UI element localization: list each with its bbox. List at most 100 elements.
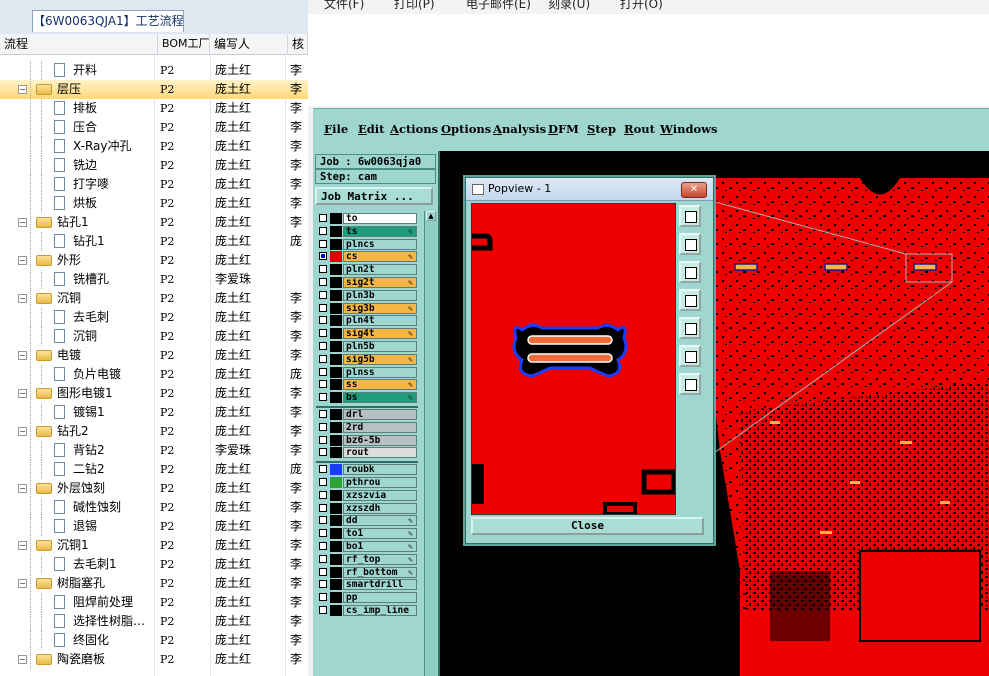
- layer-row[interactable]: drl: [316, 409, 418, 421]
- layer-checkbox[interactable]: [319, 354, 327, 363]
- layer-name[interactable]: ss ✎: [343, 379, 417, 391]
- collapse-toggle-icon[interactable]: −: [18, 294, 27, 303]
- layer-checkbox[interactable]: [319, 593, 327, 602]
- layer-name[interactable]: drl: [343, 409, 417, 420]
- pan-right-icon[interactable]: [679, 317, 701, 339]
- layer-name[interactable]: bo1 ✎: [343, 541, 417, 552]
- tree-row[interactable]: 压合 P2 庞土红 李: [0, 118, 308, 137]
- layer-name[interactable]: ts ✎: [343, 225, 417, 237]
- tree-row[interactable]: 打字嘜 P2 庞土红 李: [0, 175, 308, 194]
- tree-row[interactable]: − 图形电镀1 P2 庞土红 李: [0, 383, 308, 404]
- layer-checkbox[interactable]: [319, 380, 327, 389]
- layer-checkbox[interactable]: [319, 367, 327, 376]
- layer-name[interactable]: bs ✎: [343, 392, 417, 404]
- layer-name[interactable]: rf_bottom ✎: [343, 566, 417, 578]
- layer-checkbox[interactable]: [319, 542, 327, 550]
- layer-checkbox[interactable]: [319, 422, 327, 431]
- layer-checkbox[interactable]: [319, 329, 327, 338]
- layer-checkbox[interactable]: [319, 410, 327, 418]
- layer-color-swatch[interactable]: [330, 489, 342, 501]
- close-icon[interactable]: ✕: [681, 182, 707, 198]
- top-menu-item[interactable]: 文件(F): [324, 0, 364, 12]
- layer-checkbox[interactable]: [319, 490, 327, 499]
- layer-name[interactable]: sig2t ✎: [343, 277, 417, 288]
- layer-name[interactable]: rf_top ✎: [343, 553, 417, 565]
- layer-checkbox[interactable]: [319, 435, 327, 444]
- layer-name[interactable]: pln3b: [343, 289, 417, 301]
- collapse-toggle-icon[interactable]: −: [18, 389, 27, 398]
- layer-row[interactable]: roubk: [316, 464, 418, 476]
- tree-row[interactable]: − 外形 P2 庞土红: [0, 250, 308, 271]
- layer-row[interactable]: ts ✎: [316, 225, 418, 238]
- layer-color-swatch[interactable]: [330, 579, 342, 591]
- layer-color-swatch[interactable]: [330, 553, 342, 565]
- layer-row[interactable]: plnss: [316, 366, 418, 379]
- menu-step[interactable]: Step: [587, 122, 616, 136]
- collapse-toggle-icon[interactable]: −: [18, 484, 27, 493]
- top-menu-item[interactable]: 刻录(U): [548, 0, 590, 12]
- layer-checkbox[interactable]: [319, 503, 327, 512]
- layer-row[interactable]: sig4t ✎: [316, 328, 418, 340]
- zoom-out-icon[interactable]: [679, 373, 701, 395]
- layer-row[interactable]: to1 ✎: [316, 528, 418, 540]
- tree-row[interactable]: − 树脂塞孔 P2 庞土红 李: [0, 573, 308, 594]
- zoom-in-icon[interactable]: [679, 345, 701, 367]
- layer-name[interactable]: sig4t ✎: [343, 328, 417, 340]
- layer-color-swatch[interactable]: [330, 277, 342, 288]
- layer-color-swatch[interactable]: [330, 421, 342, 433]
- layer-name[interactable]: dd ✎: [343, 515, 417, 527]
- tree-row[interactable]: 去毛刺1 P2 庞土红 李: [0, 555, 308, 574]
- layer-color-swatch[interactable]: [330, 289, 342, 301]
- tree-row[interactable]: − 沉铜 P2 庞土红 李: [0, 288, 308, 309]
- layer-color-swatch[interactable]: [330, 302, 342, 314]
- tree-row[interactable]: 去毛刺 P2 庞土红 李: [0, 308, 308, 327]
- menu-windows[interactable]: Windows: [660, 122, 718, 136]
- tree-row[interactable]: 沉铜 P2 庞土红 李: [0, 327, 308, 346]
- menu-options[interactable]: Options: [441, 122, 491, 136]
- layer-name[interactable]: pthrou: [343, 477, 417, 488]
- layer-color-swatch[interactable]: [330, 464, 342, 476]
- layer-color-swatch[interactable]: [330, 264, 342, 276]
- layer-checkbox[interactable]: [319, 265, 327, 274]
- menu-dfm[interactable]: DFM: [548, 122, 579, 136]
- popview-close-button[interactable]: Close: [471, 517, 704, 535]
- layer-color-swatch[interactable]: [330, 605, 342, 616]
- pan-left-icon[interactable]: [679, 289, 701, 311]
- tree-row[interactable]: 铣边 P2 庞土红 李: [0, 156, 308, 175]
- layer-row[interactable]: sig2t ✎: [316, 277, 418, 289]
- popview-titlebar[interactable]: Popview - 1 ✕: [466, 178, 713, 201]
- layer-checkbox[interactable]: [319, 554, 327, 563]
- layer-row[interactable]: pln5b: [316, 341, 418, 353]
- layer-color-swatch[interactable]: [330, 225, 342, 237]
- layer-row[interactable]: rout: [316, 447, 418, 459]
- layer-color-swatch[interactable]: [330, 366, 342, 378]
- layer-row[interactable]: sig3b ✎: [316, 302, 418, 315]
- layer-checkbox[interactable]: [319, 580, 327, 589]
- tree-row[interactable]: − 沉铜1 P2 庞土红 李: [0, 535, 308, 556]
- collapse-toggle-icon[interactable]: −: [18, 351, 27, 360]
- layer-checkbox[interactable]: [319, 529, 327, 538]
- layer-row[interactable]: rf_top ✎: [316, 553, 418, 566]
- menu-edit[interactable]: Edit: [358, 122, 385, 136]
- layer-color-swatch[interactable]: [330, 592, 342, 604]
- layer-checkbox[interactable]: [319, 567, 327, 576]
- tree-row[interactable]: 终固化 P2 庞土红 李: [0, 631, 308, 650]
- tree-row[interactable]: 钻孔1 P2 庞土红 庞: [0, 232, 308, 251]
- layer-checkbox[interactable]: [319, 278, 327, 286]
- column-header-author[interactable]: 编写人: [210, 34, 288, 54]
- layer-checkbox[interactable]: [319, 239, 327, 248]
- layer-checkbox[interactable]: [319, 516, 327, 525]
- layer-checkbox[interactable]: [319, 214, 327, 222]
- layer-color-swatch[interactable]: [330, 251, 342, 263]
- layer-checkbox[interactable]: [319, 606, 327, 614]
- column-header-flow[interactable]: 流程: [0, 34, 158, 54]
- tree-row[interactable]: − 陶瓷磨板 P2 庞土红 李: [0, 649, 308, 670]
- menu-rout[interactable]: Rout: [624, 122, 655, 136]
- layer-name[interactable]: smartdrill: [343, 579, 417, 591]
- collapse-toggle-icon[interactable]: −: [18, 256, 27, 265]
- layer-color-swatch[interactable]: [330, 353, 342, 365]
- layer-name[interactable]: roubk: [343, 464, 417, 476]
- layer-checkbox[interactable]: [319, 393, 327, 402]
- layer-checkbox[interactable]: [319, 478, 327, 486]
- collapse-toggle-icon[interactable]: −: [18, 427, 27, 436]
